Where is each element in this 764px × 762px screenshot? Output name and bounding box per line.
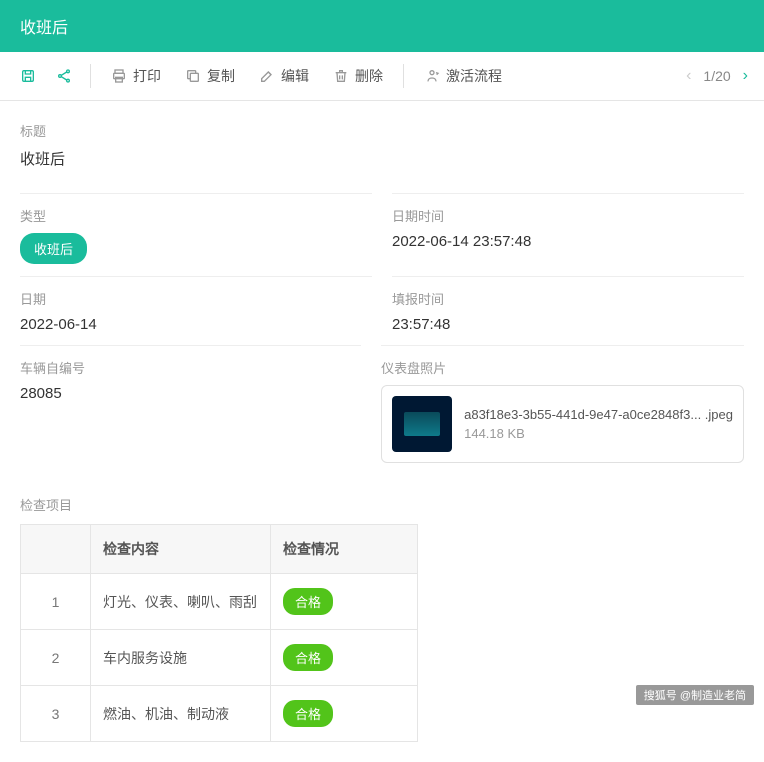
page-header: 收班后 — [0, 0, 764, 52]
table-row: 3 燃油、机油、制动液 合格 — [21, 686, 418, 742]
content-area: 标题 收班后 类型 收班后 日期时间 2022-06-14 23:57:48 日… — [0, 101, 764, 762]
toolbar: 打印 复制 编辑 删除 激活流程 ‹ 1/20 › — [0, 52, 764, 101]
field-label: 填报时间 — [392, 289, 744, 308]
print-icon — [111, 68, 127, 84]
table-header-content: 检查内容 — [91, 525, 271, 574]
table-header-index — [21, 525, 91, 574]
file-size: 144.18 KB — [464, 426, 733, 441]
table-header-status: 检查情况 — [271, 525, 418, 574]
type-badge: 收班后 — [20, 233, 87, 264]
field-report-time: 填报时间 23:57:48 — [392, 276, 744, 345]
status-badge: 合格 — [283, 700, 333, 727]
delete-button[interactable]: 删除 — [323, 60, 393, 92]
file-attachment[interactable]: a83f18e3-3b55-441d-9e47-a0ce2848f3... .j… — [381, 385, 744, 463]
field-value: 2022-06-14 — [20, 316, 372, 333]
row-status: 合格 — [271, 686, 418, 742]
field-value: 2022-06-14 23:57:48 — [392, 233, 744, 250]
field-type: 类型 收班后 — [20, 193, 372, 276]
field-value: 23:57:48 — [392, 316, 744, 333]
toolbar-divider — [90, 64, 91, 88]
field-datetime: 日期时间 2022-06-14 23:57:48 — [392, 193, 744, 276]
field-label: 日期时间 — [392, 206, 744, 225]
file-thumbnail — [392, 396, 452, 452]
field-title: 标题 收班后 — [20, 121, 744, 169]
next-page-button[interactable]: › — [739, 63, 752, 89]
row-content: 灯光、仪表、喇叭、雨刮 — [91, 574, 271, 630]
table-row: 2 车内服务设施 合格 — [21, 630, 418, 686]
table-row: 1 灯光、仪表、喇叭、雨刮 合格 — [21, 574, 418, 630]
row-status: 合格 — [271, 630, 418, 686]
row-content: 车内服务设施 — [91, 630, 271, 686]
page-title: 收班后 — [20, 20, 68, 37]
toolbar-divider — [403, 64, 404, 88]
field-vehicle-no: 车辆自编号 28085 — [20, 345, 361, 475]
field-date: 日期 2022-06-14 — [20, 276, 372, 345]
field-label: 仪表盘照片 — [381, 358, 744, 377]
row-status: 合格 — [271, 574, 418, 630]
checklist-title: 检查项目 — [20, 495, 744, 514]
row-index: 3 — [21, 686, 91, 742]
prev-page-button[interactable]: ‹ — [682, 63, 695, 89]
field-label: 标题 — [20, 121, 744, 140]
status-badge: 合格 — [283, 644, 333, 671]
field-label: 类型 — [20, 206, 372, 225]
copy-icon — [185, 68, 201, 84]
row-content: 燃油、机油、制动液 — [91, 686, 271, 742]
watermark: 搜狐号 @制造业老简 — [636, 685, 754, 705]
checklist-table: 检查内容 检查情况 1 灯光、仪表、喇叭、雨刮 合格 2 车内服务设施 合格 3… — [20, 524, 418, 742]
field-photo: 仪表盘照片 a83f18e3-3b55-441d-9e47-a0ce2848f3… — [381, 345, 744, 475]
field-value: 28085 — [20, 385, 361, 402]
edit-button[interactable]: 编辑 — [249, 60, 319, 92]
row-index: 1 — [21, 574, 91, 630]
field-value: 收班后 — [20, 148, 744, 169]
activate-button[interactable]: 激活流程 — [414, 60, 512, 92]
activate-icon — [424, 68, 440, 84]
field-label: 日期 — [20, 289, 372, 308]
print-button[interactable]: 打印 — [101, 60, 171, 92]
status-badge: 合格 — [283, 588, 333, 615]
pagination-text: 1/20 — [703, 68, 730, 84]
delete-icon — [333, 68, 349, 84]
row-index: 2 — [21, 630, 91, 686]
share-icon-button[interactable] — [48, 60, 80, 92]
copy-button[interactable]: 复制 — [175, 60, 245, 92]
edit-icon — [259, 68, 275, 84]
file-name: a83f18e3-3b55-441d-9e47-a0ce2848f3... .j… — [464, 407, 733, 422]
save-icon-button[interactable] — [12, 60, 44, 92]
field-label: 车辆自编号 — [20, 358, 361, 377]
